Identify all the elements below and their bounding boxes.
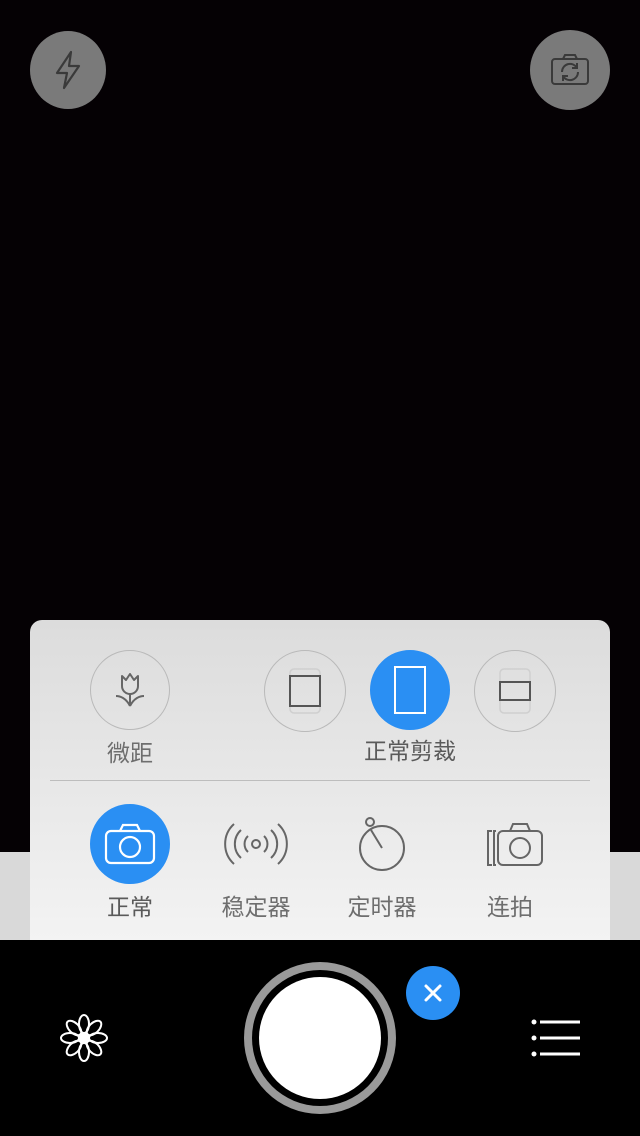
stabilizer-icon xyxy=(224,823,288,865)
camera-options-panel: 微距 正常剪裁 正常 稳定器 定时器 连拍 xyxy=(30,620,610,940)
mode-burst-label: 连拍 xyxy=(487,895,533,921)
shutter-button[interactable] xyxy=(244,962,396,1114)
crop-portrait-icon xyxy=(394,666,426,714)
flash-button[interactable] xyxy=(30,31,106,109)
camera-screen: 微距 正常剪裁 正常 稳定器 定时器 连拍 xyxy=(0,0,640,1136)
shutter-inner xyxy=(259,977,381,1099)
mode-burst-button[interactable] xyxy=(474,812,554,876)
mode-timer-label: 定时器 xyxy=(347,895,417,921)
filter-button[interactable] xyxy=(58,1012,110,1064)
mode-stabilizer-button[interactable] xyxy=(216,812,296,876)
macro-label: 微距 xyxy=(107,741,153,767)
macro-button[interactable] xyxy=(90,650,170,730)
close-icon xyxy=(424,984,442,1002)
macro-flower-icon xyxy=(115,673,145,707)
flower-icon xyxy=(60,1014,108,1062)
viewfinder-edge-right xyxy=(610,852,640,940)
switch-camera-button[interactable] xyxy=(530,30,610,110)
switch-camera-icon xyxy=(551,54,589,85)
mode-stabilizer-label: 稳定器 xyxy=(221,895,291,921)
timer-icon xyxy=(359,817,405,871)
crop-label: 正常剪裁 xyxy=(364,739,456,765)
camera-icon xyxy=(104,823,156,865)
mode-timer-button[interactable] xyxy=(342,812,422,876)
burst-icon xyxy=(487,823,543,866)
close-panel-button[interactable] xyxy=(406,966,460,1020)
viewfinder-edge-left xyxy=(0,852,30,940)
shutter-ring xyxy=(252,970,388,1106)
menu-button[interactable] xyxy=(530,1018,582,1058)
panel-divider xyxy=(50,780,590,781)
crop-portrait-button[interactable] xyxy=(370,650,450,730)
crop-square-button[interactable] xyxy=(264,650,346,732)
crop-widescreen-icon xyxy=(499,668,531,714)
menu-icon xyxy=(531,1019,580,1057)
mode-normal-button[interactable] xyxy=(90,804,170,884)
mode-normal-label: 正常 xyxy=(107,895,153,921)
crop-square-icon xyxy=(289,668,321,714)
flash-icon xyxy=(55,50,81,90)
crop-widescreen-button[interactable] xyxy=(474,650,556,732)
